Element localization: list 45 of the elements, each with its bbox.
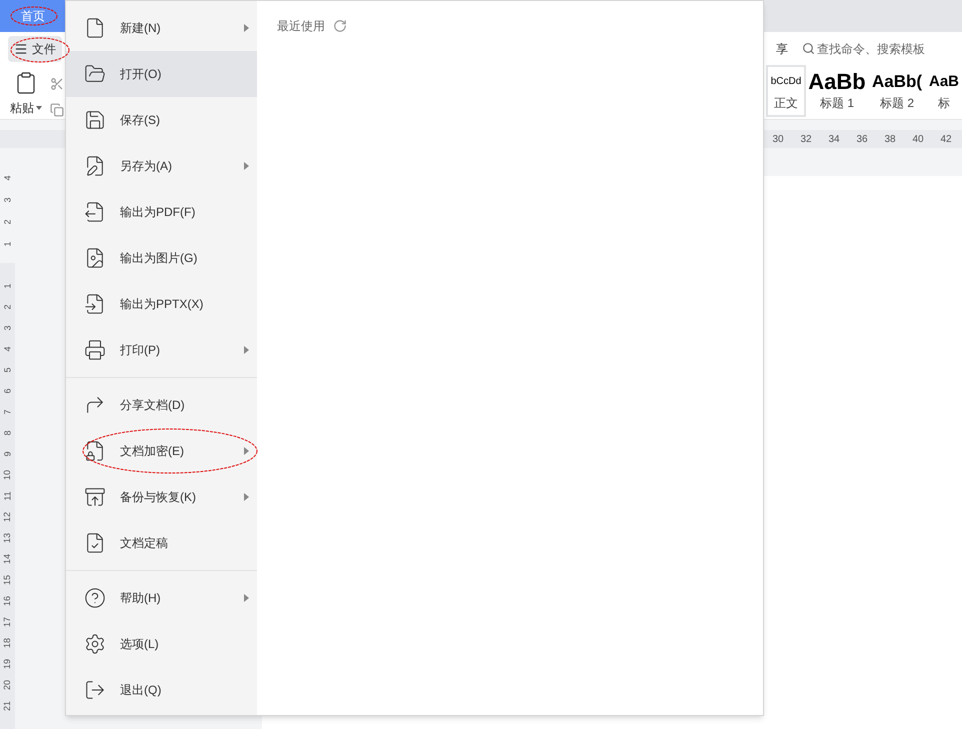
vertical-ruler: 4 3 2 1 1 2 3 4 5 6 7 8 9 10 11 12 13 14 15 16 17 18 19 20 21 [0,148,15,729]
save-icon [84,109,106,131]
menu-item[interactable]: 输出为图片(G) [66,235,257,281]
settings-icon [84,633,106,655]
menu-item[interactable]: 退出(Q) [66,667,257,713]
share-arrow-icon [84,394,106,416]
search-icon [802,42,815,55]
style-preset[interactable]: bCcDd 正文 [766,65,806,117]
menu-item[interactable]: 文档定稿 [66,520,257,566]
refresh-icon [333,19,347,33]
menu-item[interactable]: 新建(N) [66,5,257,51]
file-check-icon [84,532,106,554]
style-preset[interactable]: AaBb 标题 1 [806,65,868,117]
copy-icon [50,103,64,117]
exit-icon [84,679,106,701]
folder-icon [84,63,106,85]
menu-item[interactable]: 选项(L) [66,621,257,667]
help-icon [84,587,106,609]
file-lock-icon [84,440,106,462]
file-export-icon [84,293,106,315]
style-preset[interactable]: AaBb( 标题 2 [868,65,926,117]
toolbar-label: 享 [776,40,788,58]
menu-icon [14,42,28,56]
paste-button[interactable]: 粘贴 [10,71,42,117]
annotation-ellipse [10,6,58,26]
menu-item[interactable]: 备份与恢复(K) [66,474,257,520]
style-preset[interactable]: AaB 标 [926,65,962,117]
file-image-icon [84,247,106,269]
file-export-icon [84,201,106,223]
menu-item[interactable]: 打开(O) [66,51,257,97]
menu-item[interactable]: 帮助(H) [66,575,257,621]
printer-icon [84,339,106,361]
menu-item[interactable]: 分享文档(D) [66,382,257,428]
menu-item[interactable]: 输出为PDF(F) [66,189,257,235]
annotation-ellipse [10,37,70,63]
menu-item[interactable]: 输出为PPTX(X) [66,281,257,327]
scissors-icon [50,77,64,91]
new-file-icon [84,17,106,39]
recent-heading: 最近使用 [277,18,325,35]
menu-item[interactable]: 文档加密(E) [66,428,257,474]
file-pen-icon [84,155,106,177]
search-field[interactable]: 查找命令、搜索模板 [802,40,962,58]
file-menu-button[interactable]: 文件 [8,36,62,62]
dropdown-caret-icon [36,106,42,110]
menu-item[interactable]: 打印(P) [66,327,257,373]
